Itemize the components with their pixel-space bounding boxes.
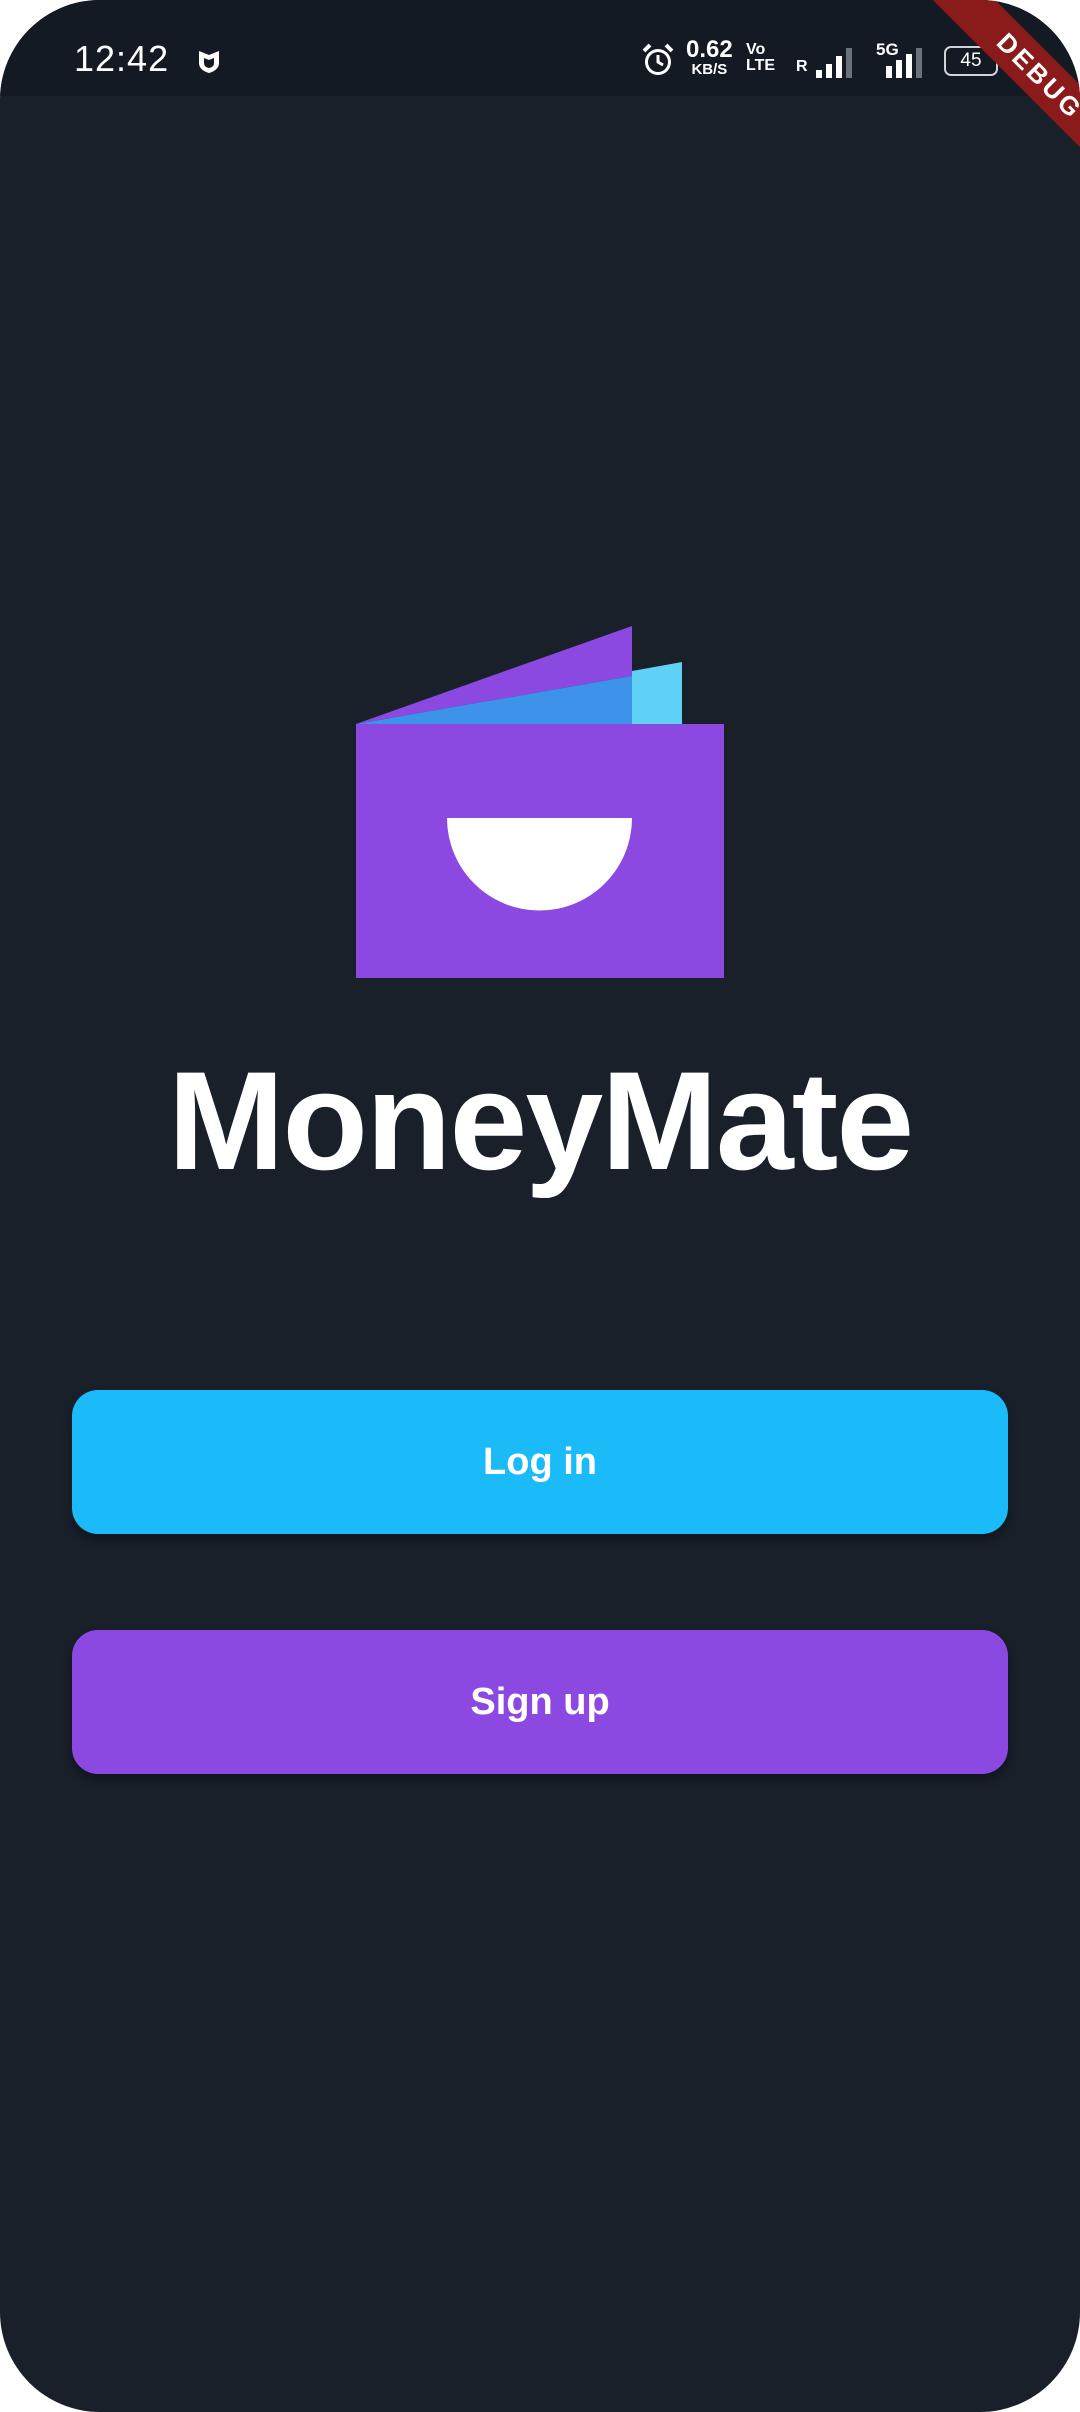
app-title: MoneyMate xyxy=(167,1042,914,1199)
roaming-indicator: R xyxy=(796,58,808,75)
signal-icon xyxy=(886,48,922,78)
shield-icon xyxy=(199,51,219,73)
signup-button[interactable]: Sign up xyxy=(72,1630,1008,1774)
app-screen: 12:42 0.62 KB/S Vo LTE R 5G 45 DEBUG Mon… xyxy=(0,0,1080,2412)
status-time: 12:42 xyxy=(74,38,170,79)
volte-line1: Vo xyxy=(746,41,766,58)
network-speed: 0.62 KB/S xyxy=(686,36,733,78)
speed-value: 0.62 xyxy=(686,36,733,63)
volte-indicator: Vo LTE xyxy=(746,42,775,74)
login-button[interactable]: Log in xyxy=(72,1390,1008,1534)
alarm-icon xyxy=(642,43,674,75)
speed-unit: KB/S xyxy=(691,61,728,78)
volte-line2: LTE xyxy=(746,57,776,74)
wallet-logo xyxy=(356,626,724,978)
status-bar: 12:42 0.62 KB/S Vo LTE R 5G 45 xyxy=(0,0,1080,96)
